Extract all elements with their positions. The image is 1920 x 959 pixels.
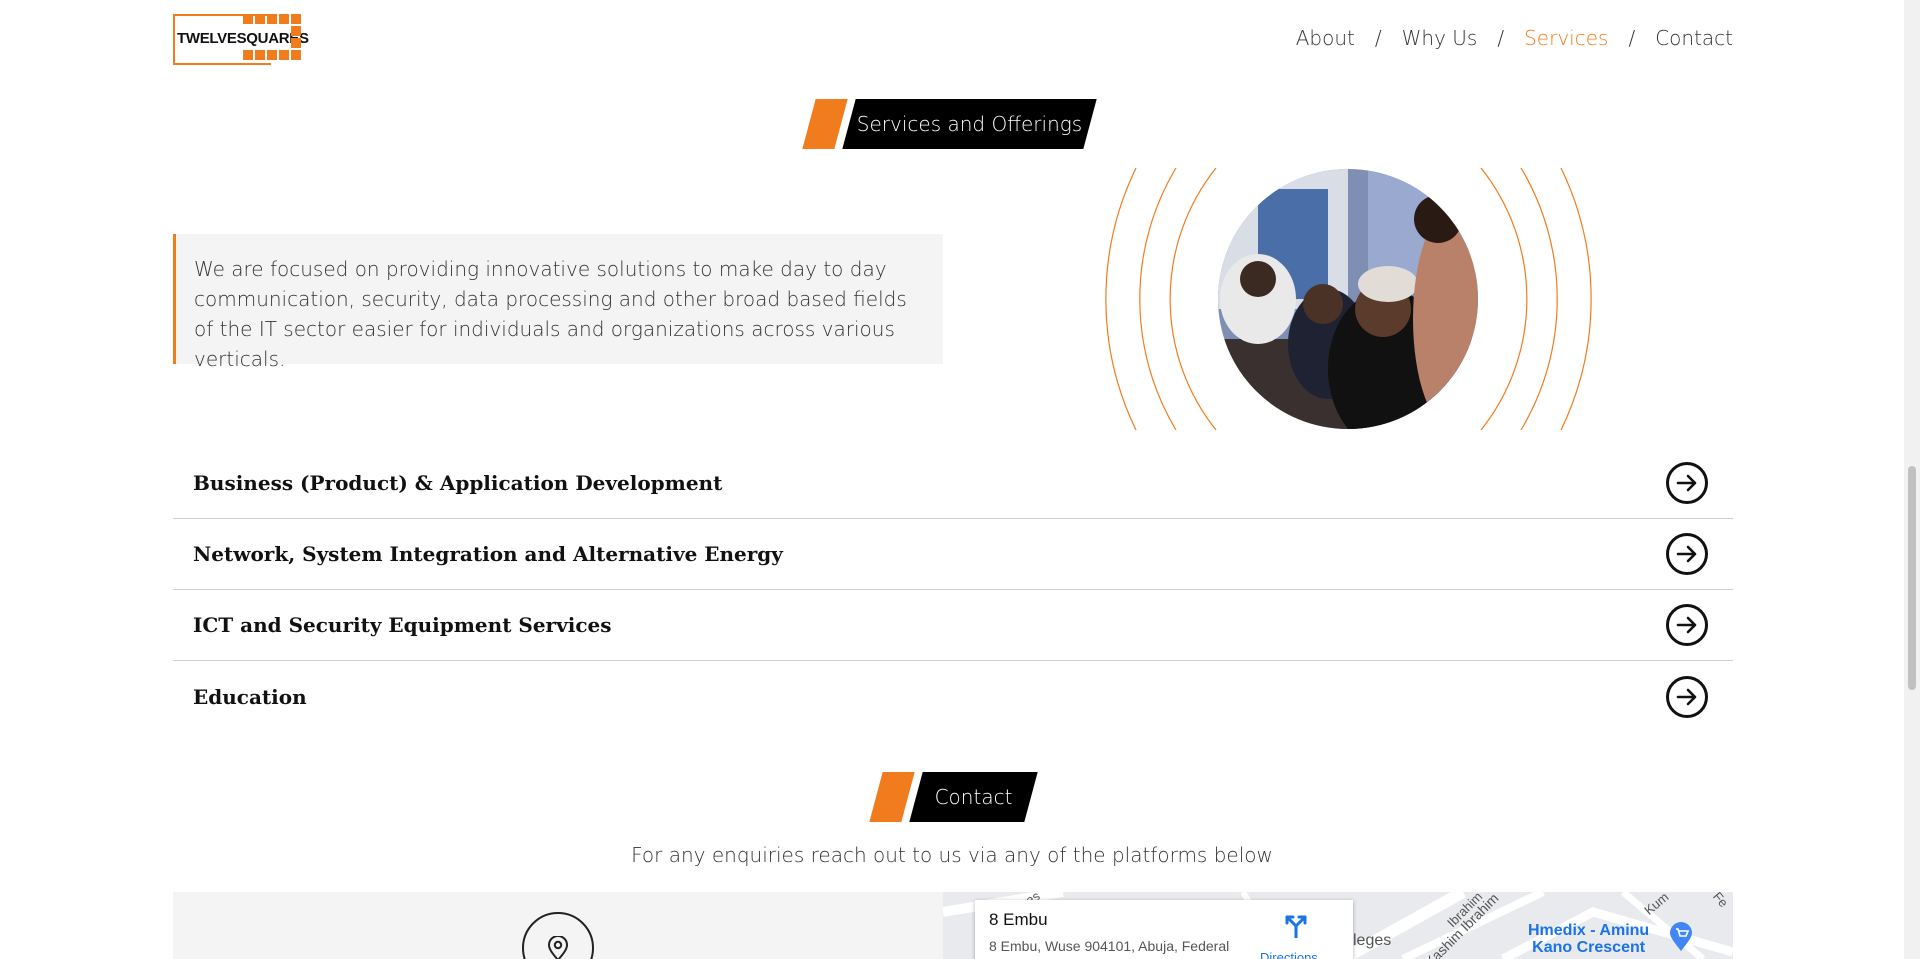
service-item[interactable]: ICT and Security Equipment Services: [173, 590, 1733, 661]
logo-squares: [243, 14, 301, 60]
location-map[interactable]: Cres Ibrahim Kashim Ibrahim leges Kum Fe…: [943, 892, 1733, 959]
service-item[interactable]: Business (Product) & Application Develop…: [173, 448, 1733, 519]
arrow-right-circle-icon[interactable]: [1666, 533, 1708, 575]
service-title: Education: [193, 684, 307, 709]
nav-services[interactable]: Services: [1524, 26, 1608, 50]
contact-subtitle: For any enquiries reach out to us via an…: [631, 843, 1273, 867]
nav-separator: /: [1628, 26, 1636, 50]
poi-label-line: Kano Crescent: [1532, 939, 1646, 956]
service-title: ICT and Security Equipment Services: [193, 613, 612, 637]
nav-why-us[interactable]: Why Us: [1402, 26, 1478, 50]
arrow-right-circle-icon[interactable]: [1666, 462, 1708, 504]
nav-separator: /: [1497, 26, 1505, 50]
services-list: Business (Product) & Application Develop…: [173, 448, 1733, 732]
services-section-title: Services and Offerings: [856, 112, 1083, 136]
shopping-cart-pin-icon[interactable]: [1669, 922, 1693, 956]
page-scrollbar[interactable]: [1904, 0, 1920, 959]
street-label: leges: [1353, 932, 1392, 949]
main-nav: About / Why Us / Services / Contact: [1296, 26, 1733, 50]
place-address: 8 Embu, Wuse 904101, Abuja, Federal: [989, 938, 1230, 954]
contact-section-title: Contact: [934, 785, 1013, 809]
nav-separator: /: [1374, 26, 1382, 50]
directions-icon[interactable]: [1283, 914, 1309, 942]
nav-contact[interactable]: Contact: [1655, 26, 1733, 50]
contact-info-panel: [173, 892, 943, 959]
poi-label-line: Hmedix - Aminu: [1528, 922, 1650, 939]
service-title: Network, System Integration and Alternat…: [193, 542, 783, 566]
site-header: TWELVESQUARES About / Why Us / Services …: [0, 0, 1904, 80]
service-title: Business (Product) & Application Develop…: [193, 471, 723, 495]
scrollbar-thumb[interactable]: [1908, 466, 1916, 690]
service-item[interactable]: Network, System Integration and Alternat…: [173, 519, 1733, 590]
arrow-right-circle-icon[interactable]: [1666, 675, 1708, 718]
map-poi-label[interactable]: Hmedix - Aminu Kano Crescent: [1528, 922, 1649, 956]
place-name: 8 Embu: [989, 910, 1048, 929]
nav-about[interactable]: About: [1296, 26, 1355, 50]
map-place-card: 8 Embu 8 Embu, Wuse 904101, Abuja, Feder…: [975, 900, 1353, 959]
services-section-badge: Services and Offerings: [801, 99, 1101, 149]
service-item[interactable]: Education: [173, 661, 1733, 732]
badge-accent-slash: [802, 99, 848, 149]
logo[interactable]: TWELVESQUARES: [173, 14, 312, 65]
directions-link[interactable]: Directions: [1260, 950, 1318, 959]
services-intro-text: We are focused on providing innovative s…: [173, 234, 943, 371]
contact-section-badge: Contact: [868, 772, 1038, 822]
map-pin-icon: [522, 912, 594, 959]
badge-accent-slash: [869, 772, 915, 822]
team-photo: [1218, 169, 1478, 429]
arrow-right-circle-icon[interactable]: [1666, 604, 1708, 646]
